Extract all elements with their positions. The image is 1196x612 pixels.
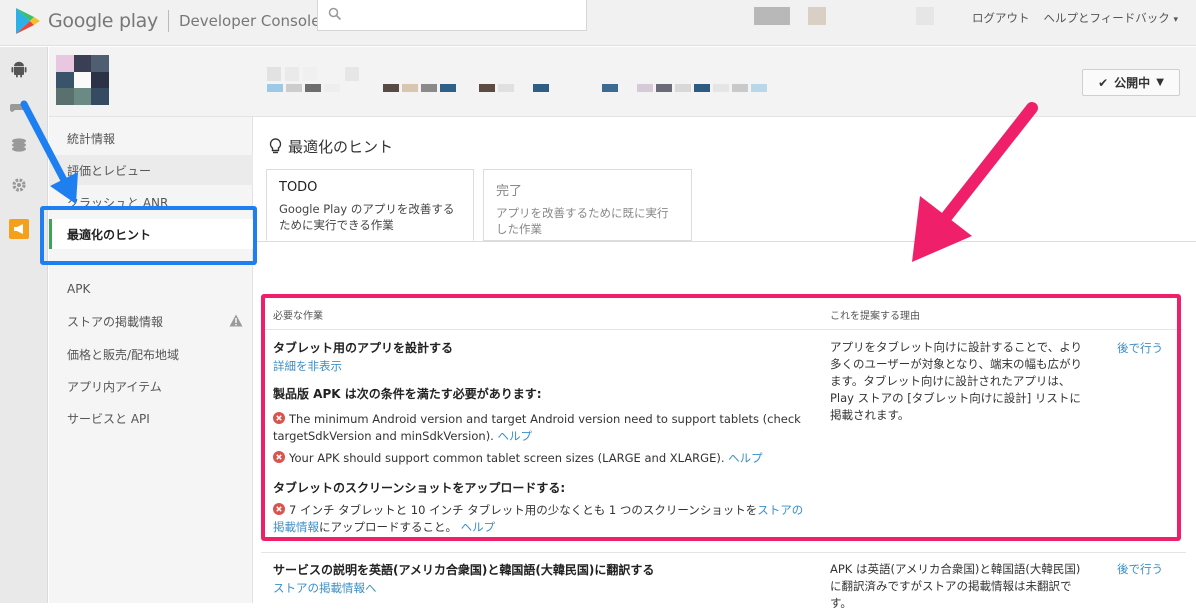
sidebar-item-in-app-products[interactable]: アプリ内アイテム bbox=[49, 371, 253, 401]
account-badge bbox=[808, 7, 826, 25]
tab-divider bbox=[253, 241, 1196, 242]
search-icon bbox=[328, 7, 342, 21]
app-title bbox=[267, 67, 359, 81]
annotation-arrow-pink bbox=[912, 102, 1038, 262]
sidebar-item-pricing-distribution[interactable]: 価格と販売/配布地域 bbox=[49, 339, 253, 369]
sidebar-item-label: 価格と販売/配布地域 bbox=[67, 347, 180, 362]
task-title: サービスの説明を英語(アメリカ合衆国)と韓国語(大韓民国)に翻訳する bbox=[273, 563, 655, 577]
lightbulb-icon bbox=[269, 138, 282, 154]
console-title: Developer Console bbox=[178, 12, 321, 30]
publish-status-label: 公開中 bbox=[1114, 76, 1151, 90]
do-later-button[interactable]: 後で行う bbox=[1117, 561, 1163, 577]
task-reason: APK は英語(アメリカ合衆国)と韓国語(大韓民国)に翻訳済みですがストアの掲載… bbox=[830, 562, 1081, 610]
sidebar-item-label: ストアの掲載情報 bbox=[67, 314, 164, 329]
account-info bbox=[916, 7, 934, 25]
sidebar-item-label: サービスと API bbox=[67, 411, 150, 426]
help-feedback-menu[interactable]: ヘルプとフィードバック ▾ bbox=[1044, 10, 1178, 26]
page-title-text: 最適化のヒント bbox=[288, 138, 394, 156]
task-row-translate: サービスの説明を英語(アメリカ合衆国)と韓国語(大韓民国)に翻訳する ストアの掲… bbox=[273, 561, 813, 596]
warning-icon bbox=[229, 314, 243, 327]
annotation-box-blue bbox=[40, 206, 257, 265]
store-listing-nav-link[interactable]: ストアの掲載情報へ bbox=[273, 580, 813, 596]
sidebar-item-services-apis[interactable]: サービスと API bbox=[49, 403, 253, 433]
top-links: ログアウト ヘルプとフィードバック ▾ bbox=[972, 10, 1178, 26]
app-package-name bbox=[267, 84, 767, 92]
check-icon: ✔ bbox=[1098, 75, 1109, 90]
logout-link[interactable]: ログアウト bbox=[972, 10, 1030, 26]
account-avatar[interactable] bbox=[754, 7, 790, 25]
search-input[interactable] bbox=[348, 4, 578, 26]
brand-name: Google play bbox=[48, 10, 158, 32]
tab-todo[interactable]: TODO Google Play のアプリを改善するために実行できる作業 bbox=[266, 169, 474, 241]
sidebar-item-store-listing[interactable]: ストアの掲載情報 bbox=[49, 306, 253, 336]
search-box[interactable] bbox=[317, 0, 587, 31]
megaphone-icon[interactable] bbox=[9, 219, 29, 239]
brand[interactable]: Google play Developer Console bbox=[12, 6, 320, 36]
app-icon[interactable] bbox=[56, 55, 109, 105]
tab-description: アプリを改善するために既に実行した作業 bbox=[496, 206, 669, 236]
annotation-arrow-blue bbox=[20, 100, 78, 204]
sidebar-item-label: APK bbox=[67, 282, 91, 296]
row-divider bbox=[261, 552, 1186, 553]
caret-down-icon: ▾ bbox=[1173, 15, 1178, 25]
caret-down-icon: ▼ bbox=[1156, 77, 1164, 88]
top-bar: Google play Developer Console ログアウト ヘルプと… bbox=[0, 0, 1196, 46]
tab-done[interactable]: 完了 アプリを改善するために既に実行した作業 bbox=[483, 169, 692, 241]
tab-label: TODO bbox=[279, 180, 318, 195]
android-icon[interactable] bbox=[9, 59, 29, 79]
sidebar-item-apk[interactable]: APK bbox=[49, 274, 253, 304]
google-play-logo-icon bbox=[16, 8, 40, 34]
publish-status-button[interactable]: ✔ 公開中 ▼ bbox=[1082, 69, 1180, 96]
annotation-box-pink bbox=[261, 294, 1181, 541]
sidebar-item-label: アプリ内アイテム bbox=[67, 379, 162, 394]
brand-divider bbox=[167, 10, 169, 32]
tab-label: 完了 bbox=[496, 184, 523, 199]
page-title: 最適化のヒント bbox=[269, 136, 393, 157]
tab-description: Google Play のアプリを改善するために実行できる作業 bbox=[279, 202, 455, 232]
help-feedback-label: ヘルプとフィードバック bbox=[1043, 11, 1170, 25]
